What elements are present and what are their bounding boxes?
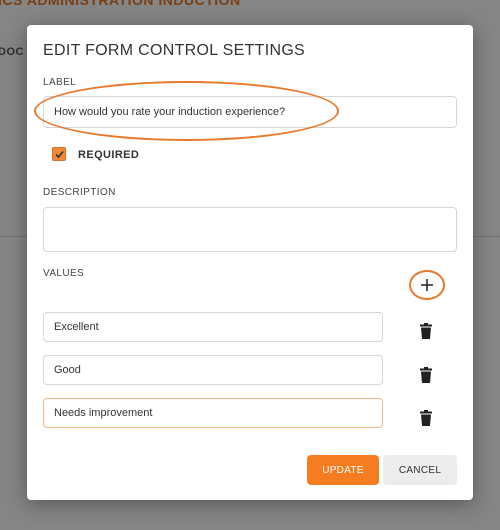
value-input-2[interactable]: Good bbox=[43, 355, 383, 385]
value-input-1[interactable]: Excellent bbox=[43, 312, 383, 342]
description-textarea[interactable] bbox=[43, 207, 457, 252]
value-input-3[interactable]: Needs improvement bbox=[43, 398, 383, 428]
dialog-title: EDIT FORM CONTROL SETTINGS bbox=[43, 42, 306, 59]
update-button[interactable]: UPDATE bbox=[307, 455, 379, 485]
plus-icon bbox=[421, 279, 433, 291]
trash-icon[interactable] bbox=[420, 410, 432, 426]
trash-icon[interactable] bbox=[420, 367, 432, 383]
required-checkbox[interactable] bbox=[52, 147, 66, 161]
cancel-button[interactable]: CANCEL bbox=[383, 455, 457, 485]
label-input[interactable]: How would you rate your induction experi… bbox=[43, 96, 457, 128]
values-field-label: VALUES bbox=[43, 268, 85, 279]
edit-form-control-dialog: EDIT FORM CONTROL SETTINGS LABEL How wou… bbox=[27, 25, 473, 500]
description-field-label: DESCRIPTION bbox=[43, 187, 116, 198]
checkmark-icon bbox=[55, 150, 64, 159]
trash-icon[interactable] bbox=[420, 323, 432, 339]
add-value-button[interactable] bbox=[409, 270, 445, 300]
required-label: REQUIRED bbox=[78, 149, 140, 161]
label-field-label: LABEL bbox=[43, 77, 77, 88]
